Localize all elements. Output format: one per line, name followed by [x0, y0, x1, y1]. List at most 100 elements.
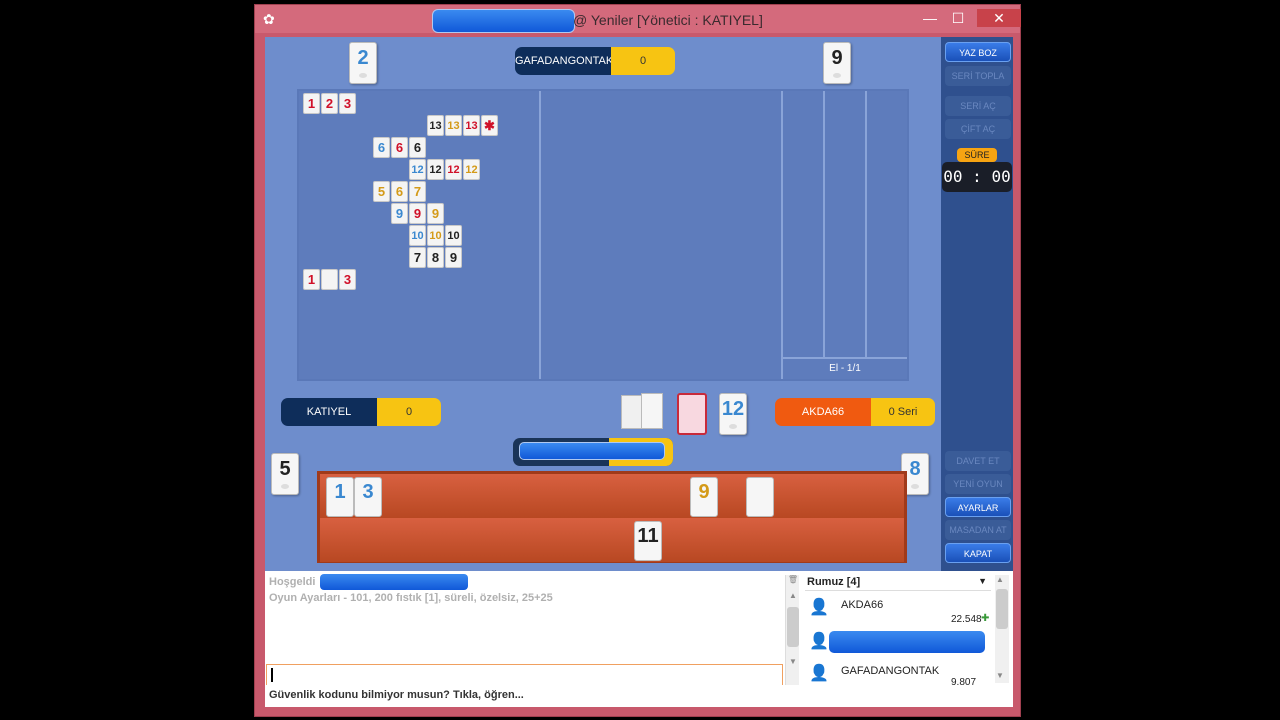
dropdown-arrow-icon[interactable]: ▼: [978, 576, 987, 586]
user-avatar-icon: 👤: [809, 633, 829, 650]
chat-welcome: Hoşgeldi: [269, 576, 316, 588]
board-tile[interactable]: [321, 269, 338, 290]
player-score: 0 Seri: [871, 398, 935, 426]
masadan-at-button[interactable]: MASADAN AT: [945, 520, 1011, 540]
rack-tile[interactable]: 3: [354, 477, 382, 517]
rack-tile-joker[interactable]: [746, 477, 774, 517]
board-tile[interactable]: 12: [445, 159, 462, 180]
scroll-down-icon[interactable]: ▼: [996, 671, 1004, 680]
redacted-username: [320, 574, 468, 590]
sure-label: SÜRE: [957, 148, 997, 162]
user-name[interactable]: GAFADANGONTAK: [841, 665, 939, 677]
left-side-indicator-tile[interactable]: 5: [271, 453, 299, 495]
board-tile[interactable]: 10: [445, 225, 462, 246]
chat-settings-line: Oyun Ayarları - 101, 200 fıstık [1], sür…: [269, 592, 553, 604]
board-tile[interactable]: 8: [427, 247, 444, 268]
board-tile[interactable]: ✱: [481, 115, 498, 136]
yaz-boz-button[interactable]: YAZ BOZ: [945, 42, 1011, 62]
rack-tile[interactable]: 1: [326, 477, 354, 517]
minimize-button[interactable]: —: [917, 9, 943, 27]
board-tile[interactable]: 2: [321, 93, 338, 114]
user-name[interactable]: AKDA66: [841, 599, 883, 611]
user-list-scrollbar[interactable]: ▲ ▼: [995, 575, 1009, 683]
board-tile[interactable]: 12: [409, 159, 426, 180]
top-right-indicator-tile[interactable]: 9: [823, 42, 851, 84]
tile-number: 2: [357, 47, 369, 69]
board-tile[interactable]: 9: [445, 247, 462, 268]
security-code-link[interactable]: Güvenlik kodunu bilmiyor musun? Tıkla, ö…: [269, 689, 524, 701]
rack-row-1[interactable]: [320, 474, 904, 518]
rack-tile[interactable]: 9: [690, 477, 718, 517]
board-tile[interactable]: 10: [409, 225, 426, 246]
player-name: KATIYEL: [281, 398, 377, 426]
board-tile[interactable]: 3: [339, 269, 356, 290]
board-area: El - 1/1 1 2 3 13 13 13 ✱ 6 6 6 12 12 12 12 5 6 7 9 9 9 10 10…: [297, 89, 909, 381]
board-tile[interactable]: 9: [391, 203, 408, 224]
cift-ac-button[interactable]: ÇİFT AÇ: [945, 119, 1011, 139]
user-score: 9.807: [951, 677, 977, 685]
board-tile[interactable]: 10: [427, 225, 444, 246]
board-tile[interactable]: 12: [427, 159, 444, 180]
maximize-button[interactable]: ☐: [945, 9, 971, 27]
title-bar[interactable]: ✿ @ Yeniler [Yönetici : KATIYEL] — ☐ ✕: [255, 5, 1021, 33]
board-tile[interactable]: 12: [463, 159, 480, 180]
board-tile[interactable]: 1: [303, 269, 320, 290]
trash-icon[interactable]: 🗑: [787, 575, 799, 587]
scroll-thumb[interactable]: [787, 607, 799, 647]
tile-number: 1: [334, 481, 346, 503]
board-tile[interactable]: 13: [463, 115, 480, 136]
text-cursor: [271, 668, 273, 682]
draw-pile[interactable]: [621, 395, 643, 429]
user-list-header[interactable]: Rumuz [4] ▼: [805, 573, 991, 591]
board-tile[interactable]: 6: [409, 137, 426, 158]
board-tile[interactable]: 9: [427, 203, 444, 224]
ayarlar-button[interactable]: AYARLAR: [945, 497, 1011, 517]
timer-display: 00 : 00: [942, 162, 1012, 192]
player-rack[interactable]: 1 3 9 11: [317, 471, 907, 563]
board-tile[interactable]: 3: [339, 93, 356, 114]
tile-number: 5: [279, 458, 291, 480]
scroll-down-icon[interactable]: ▼: [787, 657, 799, 669]
board-tile[interactable]: 6: [391, 181, 408, 202]
davet-et-button[interactable]: DAVET ET: [945, 451, 1011, 471]
user-score: 22.548: [951, 614, 982, 625]
discard-tile[interactable]: 12: [719, 393, 747, 435]
window-title: @ Yeniler [Yönetici : KATIYEL]: [573, 12, 763, 28]
scroll-up-icon[interactable]: ▲: [996, 575, 1004, 584]
user-list-panel: Rumuz [4] ▼ 👤 AKDA66 22.548 ✚ 👤 👤 GAFADA…: [801, 571, 1013, 685]
player-score: 0: [611, 47, 675, 75]
chat-input[interactable]: [266, 664, 783, 686]
player-name: GAFADANGONTAK: [515, 47, 613, 75]
board-tile[interactable]: 7: [409, 181, 426, 202]
chat-scrollbar[interactable]: 🗑 ▲ ▼: [785, 575, 799, 685]
action-panel: YAZ BOZ SERİ TOPLA SERİ AÇ ÇİFT AÇ SÜRE …: [941, 37, 1013, 571]
seri-ac-button[interactable]: SERİ AÇ: [945, 96, 1011, 116]
board-tile[interactable]: 5: [373, 181, 390, 202]
board-tile[interactable]: 6: [391, 137, 408, 158]
redacted-user: [829, 631, 985, 653]
kapat-button[interactable]: KAPAT: [945, 543, 1011, 563]
player-name: AKDA66: [775, 398, 871, 426]
rack-tile[interactable]: 11: [634, 521, 662, 561]
turn-indicator: [513, 438, 673, 466]
tile-number: 3: [362, 481, 374, 503]
board-tile[interactable]: 13: [445, 115, 462, 136]
board-tile[interactable]: 9: [409, 203, 426, 224]
top-left-indicator-tile[interactable]: 2: [349, 42, 377, 84]
scroll-thumb[interactable]: [996, 589, 1008, 629]
rack-row-2[interactable]: [320, 518, 904, 562]
board-tile[interactable]: 6: [373, 137, 390, 158]
draw-pile-top[interactable]: [641, 393, 663, 429]
board-tile[interactable]: 13: [427, 115, 444, 136]
discard-slot[interactable]: [677, 393, 707, 435]
plus-icon: ✚: [981, 613, 990, 624]
board-tile[interactable]: 7: [409, 247, 426, 268]
yeni-oyun-button[interactable]: YENİ OYUN: [945, 474, 1011, 494]
user-avatar-icon: 👤: [809, 599, 829, 616]
close-button[interactable]: ✕: [977, 9, 1021, 27]
board-tile[interactable]: 1: [303, 93, 320, 114]
game-table: 2 9 GAFADANGONTAK 0 El - 1/1 1 2 3 13 13 13 ✱ 6…: [265, 37, 941, 571]
scroll-up-icon[interactable]: ▲: [787, 591, 799, 603]
seri-topla-button[interactable]: SERİ TOPLA: [945, 66, 1011, 86]
user-avatar-icon: 👤: [809, 665, 829, 682]
